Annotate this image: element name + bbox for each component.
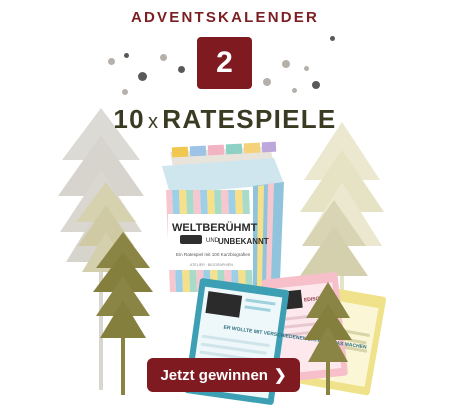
snow-dot — [263, 78, 271, 86]
snow-dot — [122, 89, 128, 95]
box-brand: ATELIER · BIGGRAPHIEN — [190, 263, 233, 267]
headline-text: RATESPIELE — [162, 104, 337, 134]
advent-calendar-kicker: ADVENTSKALENDER — [130, 9, 319, 26]
chevron-right-icon: ❯ — [273, 367, 287, 384]
box-title-line2: UNBEKANNT — [218, 237, 269, 246]
snow-dot — [124, 53, 129, 58]
box-subtitle: Ein Ratespiel mit 100 Kurzbiografien — [176, 252, 251, 257]
snow-dot — [312, 81, 320, 89]
snow-dot — [138, 72, 147, 81]
box-title-line1: WELTBERÜHMT — [172, 221, 258, 234]
headline-count: 10 — [113, 104, 145, 134]
snow-dot — [292, 88, 297, 93]
win-now-label: Jetzt gewinnen — [160, 366, 268, 384]
day-number-badge: 2 — [197, 37, 252, 89]
snow-dot — [304, 66, 309, 71]
page-headline: 10 x RATESPIELE — [0, 104, 450, 135]
product-box — [162, 141, 284, 292]
headline-multiplier: x — [147, 111, 160, 133]
book-silhouette-icon — [180, 235, 202, 244]
snow-dot — [330, 36, 335, 41]
snow-dot — [108, 58, 115, 65]
snow-dot — [160, 54, 167, 61]
snow-dot — [282, 60, 290, 68]
snow-dot — [178, 66, 185, 73]
win-now-button[interactable]: Jetzt gewinnen ❯ — [147, 358, 300, 392]
